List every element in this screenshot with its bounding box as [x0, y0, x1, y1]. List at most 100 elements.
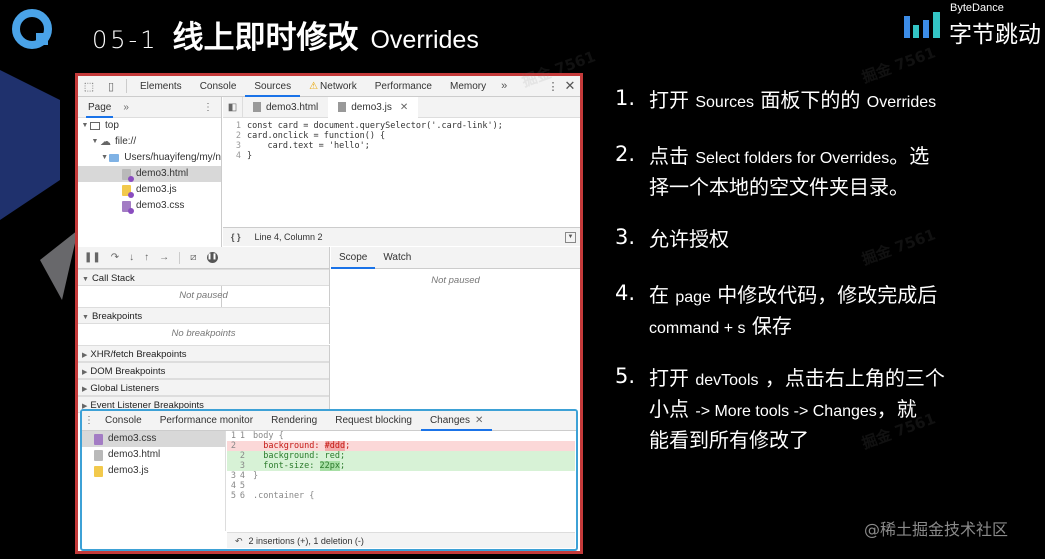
changed-files-list: demo3.css demo3.html demo3.js	[82, 431, 226, 531]
changes-drawer: ⋮ Console Performance monitor Rendering …	[80, 409, 578, 551]
tab-network[interactable]: ⚠ Network	[300, 76, 366, 97]
html-file-icon	[122, 168, 134, 182]
section-message: No breakpoints	[171, 328, 236, 339]
step-number: 5.	[615, 364, 636, 388]
css-file-icon	[122, 200, 134, 214]
tree-label: demo3.js	[136, 184, 177, 195]
tree-item-demo3-css[interactable]: demo3.css	[78, 198, 221, 214]
tab-console[interactable]: Console	[191, 76, 246, 97]
navigator-more-icon[interactable]: »	[123, 102, 129, 113]
device-toolbar-icon[interactable]: ▯	[100, 76, 122, 97]
section-call-stack: ▼ Call Stack Not paused	[78, 269, 330, 306]
toggle-navigator-icon[interactable]: ◧	[223, 96, 243, 118]
navigator-kebab-icon[interactable]: ⋮	[203, 102, 213, 113]
coverage-icon[interactable]: ▼	[565, 231, 576, 243]
diff-line-added: 3 font-size: 22px;	[227, 461, 575, 471]
editor-tab-label: demo3.html	[266, 101, 319, 113]
tab-scope[interactable]: Scope	[331, 247, 376, 269]
drawer-tab-console[interactable]: Console	[96, 411, 151, 431]
more-tabs-icon[interactable]: »	[495, 80, 513, 92]
close-tab-icon[interactable]: ✕	[400, 97, 408, 118]
editor-status-bar: { } Line 4, Column 2 ▼	[223, 227, 580, 246]
tree-item-top[interactable]: ▼ top	[78, 118, 221, 134]
drawer-tab-rendering[interactable]: Rendering	[262, 411, 326, 431]
section-header[interactable]: ▶ XHR/fetch Breakpoints	[78, 345, 329, 362]
changed-file-demo3-css[interactable]: demo3.css	[82, 431, 225, 447]
diff-line: 3 4}	[230, 471, 259, 481]
tab-elements[interactable]: Elements	[131, 76, 191, 97]
tab-sources[interactable]: Sources	[245, 76, 301, 97]
js-file-icon	[122, 184, 134, 198]
editor-tab-demo3-html[interactable]: demo3.html	[243, 97, 328, 118]
step-text: 点击 Select folders for Overrides。选 择一个本地的空…	[649, 144, 930, 199]
toolbar-divider	[126, 79, 127, 93]
drawer-tab-request-blocking[interactable]: Request blocking	[326, 411, 421, 431]
diff-line: 45	[230, 481, 245, 491]
debugger-toolbar: ❚❚ ↷ ↓ ↑ → ⧄ ❚❚	[78, 247, 330, 269]
close-tab-icon[interactable]: ✕	[475, 415, 483, 426]
collapse-triangle-icon: ▶	[82, 369, 88, 376]
tree-label: demo3.css	[136, 200, 185, 211]
step-2: 2. 点击 Select folders for Overrides。选 择一个本…	[615, 142, 929, 201]
expand-triangle-icon: ▼	[91, 138, 99, 145]
deactivate-breakpoints-icon[interactable]: ⧄	[190, 252, 196, 263]
step-3: 3. 允许授权	[615, 225, 729, 253]
toolbar-divider	[179, 251, 181, 264]
diff-line: 5 6 .container {	[230, 491, 315, 501]
tab-performance[interactable]: Performance	[366, 76, 441, 97]
diff-view: 1 1 body { 2 background: #ddd; 2 backgroun…	[227, 431, 575, 501]
tree-item-folder[interactable]: ▼ Users/huayifeng/my/n	[78, 150, 221, 166]
frame-icon	[90, 122, 100, 130]
step-icon[interactable]: →	[159, 252, 169, 263]
js-file-icon	[94, 465, 103, 477]
tree-label: top	[105, 120, 119, 131]
tree-item-demo3-html[interactable]: demo3.html	[78, 166, 221, 182]
tab-watch[interactable]: Watch	[375, 247, 419, 269]
section-header[interactable]: ▶ DOM Breakpoints	[78, 362, 329, 379]
cloud-icon: ☁	[100, 136, 111, 148]
code-line: 2 card.onclick = function() {	[235, 131, 386, 141]
file-icon	[338, 102, 347, 112]
section-header[interactable]: ▶ Global Listeners	[78, 379, 329, 396]
section-header[interactable]: ▼ Call Stack	[78, 269, 329, 286]
collapse-triangle-icon: ▶	[82, 352, 88, 359]
code-line: 3 card.text = 'hello';	[235, 141, 370, 151]
app-logo	[12, 9, 52, 49]
step-over-icon[interactable]: ↷	[111, 252, 119, 263]
tab-page[interactable]: Page	[86, 97, 114, 118]
changed-file-demo3-js[interactable]: demo3.js	[82, 463, 225, 479]
changed-file-demo3-html[interactable]: demo3.html	[82, 447, 225, 463]
drawer-kebab-icon[interactable]: ⋮	[82, 415, 96, 426]
step-into-icon[interactable]: ↓	[129, 252, 134, 263]
changes-summary: ↶ 2 insertions (+), 1 deletion (-)	[227, 532, 575, 548]
tree-item-file[interactable]: ▼ ☁ file://	[78, 134, 221, 150]
pause-on-exceptions-icon[interactable]: ❚❚	[206, 252, 218, 263]
close-devtools-icon[interactable]: ✕	[560, 78, 580, 94]
pause-icon[interactable]: ❚❚	[84, 252, 101, 263]
drawer-tab-performance-monitor[interactable]: Performance monitor	[151, 411, 262, 431]
inspect-element-icon[interactable]: ⬚	[78, 76, 100, 97]
step-number: 3.	[615, 225, 636, 249]
code-content[interactable]: 1 const card = document.querySelector('.c…	[223, 118, 580, 161]
editor-tab-demo3-js[interactable]: demo3.js ✕	[328, 96, 419, 118]
expand-triangle-icon: ▼	[82, 314, 89, 321]
kebab-menu-icon[interactable]: ⋮	[546, 80, 560, 93]
brand-en: ByteDance	[950, 2, 1004, 14]
tree-label: file://	[115, 136, 137, 147]
scope-message: Not paused	[431, 275, 480, 286]
step-text: 在 page 中修改代码，修改完成后 command + s 保存	[649, 283, 938, 338]
pretty-print-icon[interactable]: { }	[231, 232, 241, 242]
section-breakpoints: ▼ Breakpoints No breakpoints	[78, 307, 330, 344]
section-global-listeners: ▶ Global Listeners	[78, 379, 330, 396]
step-number: 4.	[615, 281, 636, 305]
revert-icon[interactable]: ↶	[235, 536, 243, 546]
tree-item-demo3-js[interactable]: demo3.js	[78, 182, 221, 198]
scope-tabs: Scope Watch	[331, 247, 580, 269]
step-out-icon[interactable]: ↑	[144, 252, 149, 263]
tab-memory[interactable]: Memory	[441, 76, 495, 97]
step-1: 1. 打开 Sources 面板下的的 Overrides	[615, 86, 936, 117]
section-header[interactable]: ▼ Breakpoints	[78, 307, 329, 324]
section-number: 05-1	[92, 26, 159, 54]
drawer-tab-changes[interactable]: Changes ✕	[420, 411, 493, 431]
step-text: 打开 devTools ，点击右上角的三个 小点 -> More tools ->…	[649, 366, 945, 452]
